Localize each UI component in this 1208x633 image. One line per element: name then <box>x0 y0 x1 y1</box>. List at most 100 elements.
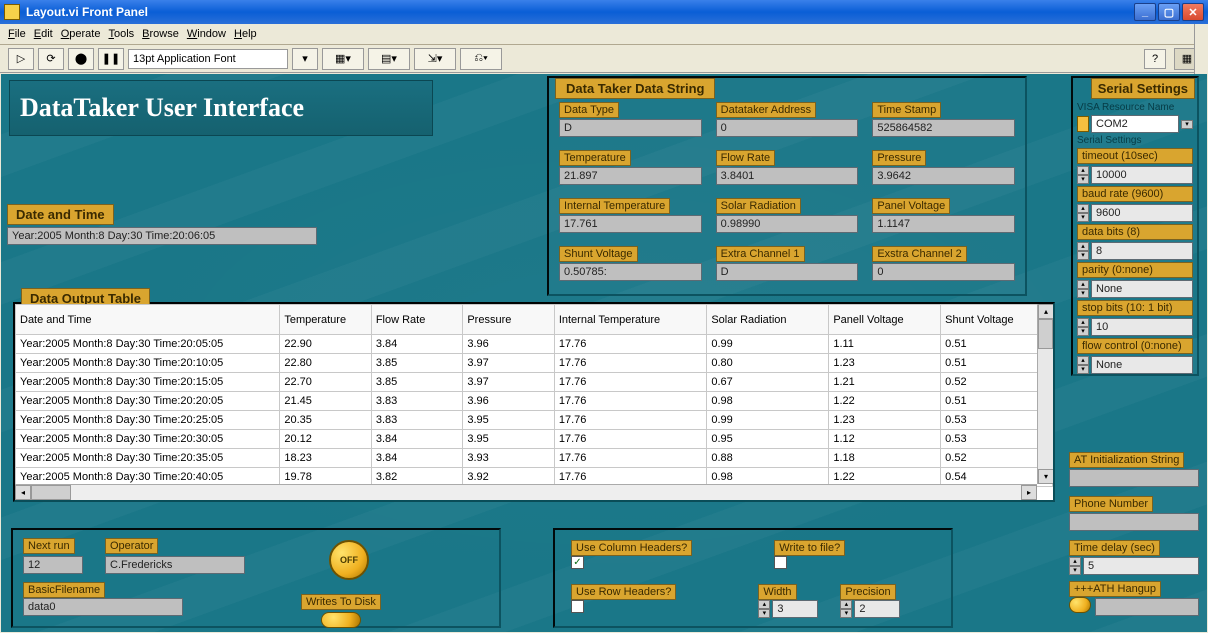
precision-field[interactable]: ▴▾2 <box>840 600 900 618</box>
table-cell[interactable]: 0.52 <box>941 373 1053 392</box>
table-cell[interactable]: 17.76 <box>554 335 707 354</box>
table-row[interactable]: Year:2005 Month:8 Day:30 Time:20:25:0520… <box>16 411 1053 430</box>
scroll-down-icon[interactable]: ▾ <box>1038 469 1053 484</box>
scroll-up-icon[interactable]: ▴ <box>1038 304 1053 319</box>
scroll-left-icon[interactable]: ◂ <box>15 485 31 500</box>
parity-field[interactable]: ▴▾None <box>1077 280 1193 298</box>
table-cell[interactable]: 21.45 <box>280 392 372 411</box>
table-cell[interactable]: 1.11 <box>829 335 941 354</box>
table-cell[interactable]: 18.23 <box>280 449 372 468</box>
table-cell[interactable]: 22.80 <box>280 354 372 373</box>
table-cell[interactable]: 3.85 <box>371 373 463 392</box>
baud-field[interactable]: ▴▾9600 <box>1077 204 1193 222</box>
table-cell[interactable]: Year:2005 Month:8 Day:30 Time:20:35:05 <box>16 449 280 468</box>
table-vscroll[interactable]: ▴ ▾ <box>1037 304 1053 484</box>
resize-button[interactable]: ⇲▾ <box>414 48 456 70</box>
table-cell[interactable]: 3.84 <box>371 335 463 354</box>
align-button[interactable]: ▦▾ <box>322 48 364 70</box>
table-cell[interactable]: Year:2005 Month:8 Day:30 Time:20:05:05 <box>16 335 280 354</box>
table-cell[interactable]: 3.96 <box>463 335 555 354</box>
table-cell[interactable]: 3.93 <box>463 449 555 468</box>
table-cell[interactable]: 0.99 <box>707 335 829 354</box>
run-continuous-button[interactable]: ⟳ <box>38 48 64 70</box>
table-cell[interactable]: 0.53 <box>941 430 1053 449</box>
minimize-button[interactable]: _ <box>1134 3 1156 21</box>
table-cell[interactable]: Year:2005 Month:8 Day:30 Time:20:30:05 <box>16 430 280 449</box>
time-delay-field[interactable]: ▴▾5 <box>1069 556 1199 575</box>
table-row[interactable]: Year:2005 Month:8 Day:30 Time:20:15:0522… <box>16 373 1053 392</box>
menu-edit[interactable]: Edit <box>32 26 55 42</box>
table-header[interactable]: Internal Temperature <box>554 305 707 335</box>
visa-dropdown-icon[interactable]: ▾ <box>1181 120 1193 129</box>
table-cell[interactable]: 22.90 <box>280 335 372 354</box>
data-type-field[interactable]: D <box>559 119 702 137</box>
table-cell[interactable]: 0.52 <box>941 449 1053 468</box>
table-cell[interactable]: 17.76 <box>554 392 707 411</box>
table-cell[interactable]: 3.97 <box>463 354 555 373</box>
table-cell[interactable]: 0.51 <box>941 354 1053 373</box>
table-cell[interactable]: 0.51 <box>941 335 1053 354</box>
distribute-button[interactable]: ▤▾ <box>368 48 410 70</box>
table-header[interactable]: Solar Radiation <box>707 305 829 335</box>
table-cell[interactable]: 0.53 <box>941 411 1053 430</box>
shunt-voltage-field[interactable]: 0.50785: <box>559 263 702 281</box>
pressure-field[interactable]: 3.9642 <box>872 167 1015 185</box>
table-row[interactable]: Year:2005 Month:8 Day:30 Time:20:05:0522… <box>16 335 1053 354</box>
hangup-field[interactable] <box>1095 598 1199 616</box>
menu-operate[interactable]: Operate <box>59 26 103 42</box>
table-cell[interactable]: 17.76 <box>554 449 707 468</box>
table-cell[interactable]: 22.70 <box>280 373 372 392</box>
table-cell[interactable]: 3.95 <box>463 430 555 449</box>
menu-file[interactable]: FFileile <box>6 26 28 42</box>
table-cell[interactable]: 20.12 <box>280 430 372 449</box>
run-button[interactable]: ▷ <box>8 48 34 70</box>
extra-channel-1-field[interactable]: D <box>716 263 859 281</box>
table-cell[interactable]: 1.18 <box>829 449 941 468</box>
table-cell[interactable]: 3.84 <box>371 449 463 468</box>
table-cell[interactable]: 3.85 <box>371 354 463 373</box>
visa-field[interactable]: COM2 ▾ <box>1077 115 1193 133</box>
table-cell[interactable]: Year:2005 Month:8 Day:30 Time:20:20:05 <box>16 392 280 411</box>
solar-radiation-field[interactable]: 0.98990 <box>716 215 859 233</box>
phone-number-field[interactable] <box>1069 513 1199 531</box>
table-hscroll[interactable]: ◂ ▸ <box>15 484 1037 500</box>
flowrate-field[interactable]: 3.8401 <box>716 167 859 185</box>
table-cell[interactable]: Year:2005 Month:8 Day:30 Time:20:15:05 <box>16 373 280 392</box>
table-row[interactable]: Year:2005 Month:8 Day:30 Time:20:35:0518… <box>16 449 1053 468</box>
menu-help[interactable]: Help <box>232 26 259 42</box>
table-cell[interactable]: 1.23 <box>829 354 941 373</box>
table-cell[interactable]: 1.12 <box>829 430 941 449</box>
operator-field[interactable]: C.Fredericks <box>105 556 245 574</box>
table-cell[interactable]: 20.35 <box>280 411 372 430</box>
table-cell[interactable]: 0.95 <box>707 430 829 449</box>
timestamp-field[interactable]: 525864582 <box>872 119 1015 137</box>
at-init-field[interactable] <box>1069 469 1199 487</box>
databits-field[interactable]: ▴▾8 <box>1077 242 1193 260</box>
flowcontrol-field[interactable]: ▴▾None <box>1077 356 1193 374</box>
table-cell[interactable]: 0.99 <box>707 411 829 430</box>
table-header[interactable]: Pressure <box>463 305 555 335</box>
table-cell[interactable]: 0.67 <box>707 373 829 392</box>
table-cell[interactable]: 0.98 <box>707 392 829 411</box>
close-button[interactable]: ✕ <box>1182 3 1204 21</box>
menu-tools[interactable]: Tools <box>106 26 136 42</box>
datataker-address-field[interactable]: 0 <box>716 119 859 137</box>
use-column-headers-checkbox[interactable]: ✓ <box>571 556 584 569</box>
table-cell[interactable]: 0.51 <box>941 392 1053 411</box>
menu-window[interactable]: Window <box>185 26 228 42</box>
table-cell[interactable]: 17.76 <box>554 430 707 449</box>
timeout-field[interactable]: ▴▾10000 <box>1077 166 1193 184</box>
table-cell[interactable]: 3.83 <box>371 392 463 411</box>
table-cell[interactable]: 0.80 <box>707 354 829 373</box>
menu-browse[interactable]: Browse <box>140 26 181 42</box>
table-row[interactable]: Year:2005 Month:8 Day:30 Time:20:20:0521… <box>16 392 1053 411</box>
internal-temp-field[interactable]: 17.761 <box>559 215 702 233</box>
table-cell[interactable]: 17.76 <box>554 411 707 430</box>
table-header[interactable]: Date and Time <box>16 305 280 335</box>
table-cell[interactable]: Year:2005 Month:8 Day:30 Time:20:25:05 <box>16 411 280 430</box>
table-row[interactable]: Year:2005 Month:8 Day:30 Time:20:30:0520… <box>16 430 1053 449</box>
data-output-table[interactable]: Date and TimeTemperatureFlow RatePressur… <box>15 304 1053 487</box>
font-dropdown-icon[interactable]: ▾ <box>292 48 318 70</box>
table-header[interactable]: Panell Voltage <box>829 305 941 335</box>
use-row-headers-checkbox[interactable] <box>571 600 584 613</box>
